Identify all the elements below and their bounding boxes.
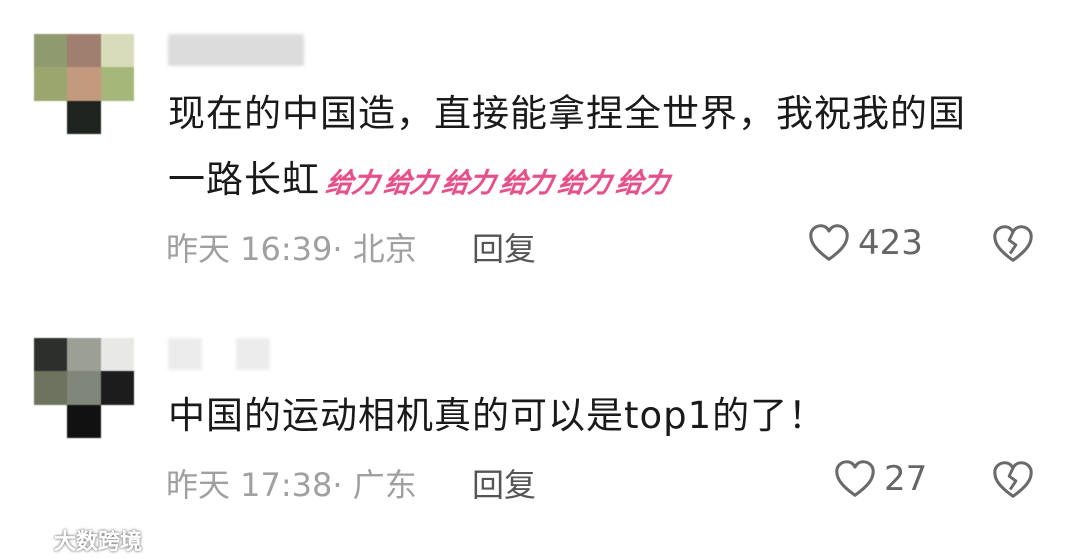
comment-item: 现在的中国造，直接能拿捏全世界，我祝我的国 一路长虹 给力给力给力给力给力给力 昨… — [0, 0, 1080, 300]
watermark: 大数跨境 — [4, 524, 142, 556]
reply-button[interactable]: 回复 — [472, 460, 536, 506]
avatar-pixel — [67, 338, 101, 372]
avatar-pixel — [100, 404, 134, 438]
geili-emoji: 给力 — [555, 168, 613, 199]
like-count: 423 — [858, 223, 923, 263]
avatar-pixel — [100, 100, 134, 134]
username-blurred[interactable] — [168, 338, 202, 370]
avatar-pixel — [100, 371, 134, 405]
heart-outline-icon — [809, 224, 849, 261]
comment-text-part: 一路长虹 — [168, 158, 320, 201]
avatar-pixel — [67, 404, 101, 438]
comment-meta: 昨天 16:39· 北京 — [166, 230, 417, 268]
username-blurred[interactable] — [236, 338, 270, 370]
like-button[interactable]: 423 — [806, 220, 923, 266]
comment-text-line1: 现在的中国造，直接能拿捏全世界，我祝我的国 — [168, 92, 966, 135]
avatar-pixel — [67, 100, 101, 134]
avatar-pixel — [100, 338, 134, 372]
broken-heart-icon[interactable] — [990, 221, 1036, 267]
heart-outline-icon — [835, 460, 875, 497]
avatar-pixel — [67, 34, 101, 68]
avatar-pixel — [34, 371, 68, 405]
like-count: 27 — [884, 459, 928, 499]
comment-item: 中国的运动相机真的可以是top1的了！ 昨天 17:38· 广东 回复 27 — [0, 330, 1080, 530]
username-blurred[interactable] — [168, 34, 304, 66]
avatar-pixel — [100, 34, 134, 68]
like-button[interactable]: 27 — [832, 456, 927, 502]
avatar[interactable] — [34, 338, 134, 438]
geili-emoji: 给力 — [613, 168, 671, 199]
avatar-pixel — [67, 67, 101, 101]
geili-emoji: 给力 — [439, 168, 497, 199]
comment-meta: 昨天 17:38· 广东 — [166, 466, 417, 504]
avatar-pixel — [34, 100, 68, 134]
avatar-pixel — [34, 404, 68, 438]
geili-emoji: 给力 — [497, 168, 555, 199]
geili-emoji: 给力 — [381, 168, 439, 199]
comment-text-line2: 一路长虹 给力给力给力给力给力给力 — [168, 148, 670, 216]
watermark-text: 大数跨境 — [54, 530, 143, 555]
avatar-pixel — [100, 67, 134, 101]
avatar-pixel — [34, 67, 68, 101]
avatar-pixel — [67, 371, 101, 405]
avatar-pixel — [34, 338, 68, 372]
avatar[interactable] — [34, 34, 134, 134]
broken-heart-icon[interactable] — [990, 457, 1036, 503]
emoji-row: 给力给力给力给力给力给力 — [320, 158, 670, 201]
avatar-pixel — [34, 34, 68, 68]
chain-logo-icon — [5, 531, 49, 549]
reply-button[interactable]: 回复 — [472, 224, 536, 270]
comment-text-line1: 中国的运动相机真的可以是top1的了！ — [168, 394, 827, 437]
geili-emoji: 给力 — [323, 168, 381, 199]
